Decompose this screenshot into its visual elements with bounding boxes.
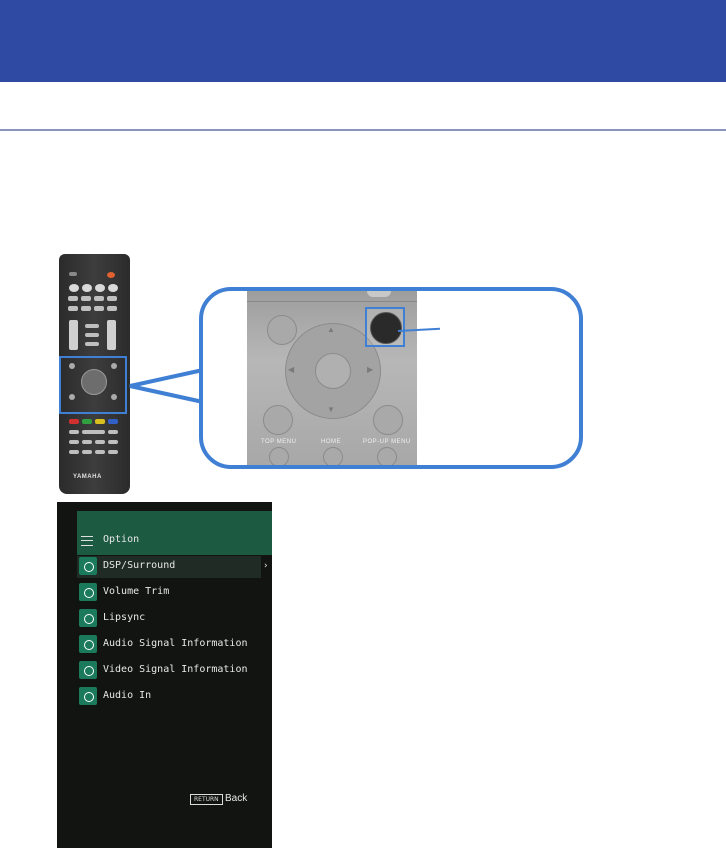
menu-item-label: Audio Signal Information xyxy=(103,638,248,649)
remote-zoom-callout: ▲ ▼ ◀ ▶ TOP MENU HOME POP-UP MENU xyxy=(199,287,583,469)
option-button[interactable] xyxy=(370,312,402,344)
menu-icon xyxy=(81,536,93,546)
home-label: HOME xyxy=(321,439,341,445)
lipsync-icon xyxy=(79,609,97,627)
tv-option-menu: Option DSP/Surround › Volume Trim Lipsyn… xyxy=(57,502,272,848)
menu-item-volume-trim[interactable]: Volume Trim xyxy=(77,582,261,604)
audio-info-icon xyxy=(79,635,97,653)
menu-header xyxy=(77,511,272,555)
back-label: Back xyxy=(225,793,248,804)
cursor-up-icon: ▲ xyxy=(327,325,335,334)
popup-menu-label: POP-UP MENU xyxy=(363,439,411,445)
menu-item-dsp-surround[interactable]: DSP/Surround xyxy=(77,556,261,578)
menu-item-label: Audio In xyxy=(103,690,152,701)
menu-item-audio-signal-information[interactable]: Audio Signal Information xyxy=(77,634,261,656)
volume-trim-icon xyxy=(79,583,97,601)
home-button[interactable] xyxy=(323,447,343,465)
menu-title: Option xyxy=(103,534,140,545)
enter-button[interactable] xyxy=(315,353,351,389)
menu-item-label: Video Signal Information xyxy=(103,664,248,675)
cursor-right-icon: ▶ xyxy=(367,365,374,374)
cursor-down-icon: ▼ xyxy=(327,405,335,414)
audio-in-icon xyxy=(79,687,97,705)
remote-button[interactable] xyxy=(267,315,297,345)
dsp-surround-icon xyxy=(79,557,97,575)
remote-button[interactable] xyxy=(263,405,293,435)
menu-item-label: DSP/Surround xyxy=(103,560,176,571)
remote-button[interactable] xyxy=(373,405,403,435)
top-menu-label: TOP MENU xyxy=(261,439,297,445)
menu-item-label: Lipsync xyxy=(103,612,146,623)
menu-item-label: Volume Trim xyxy=(103,586,170,597)
cursor-left-icon: ◀ xyxy=(288,365,295,374)
top-menu-button[interactable] xyxy=(269,447,289,465)
video-info-icon xyxy=(79,661,97,679)
menu-item-audio-in[interactable]: Audio In xyxy=(77,686,261,708)
remote-button[interactable] xyxy=(367,291,391,297)
menu-item-lipsync[interactable]: Lipsync xyxy=(77,608,261,630)
return-key-icon: RETURN xyxy=(190,794,223,805)
chevron-right-icon: › xyxy=(264,561,268,571)
menu-item-video-signal-information[interactable]: Video Signal Information xyxy=(77,660,261,682)
remote-zoom-view: ▲ ▼ ◀ ▶ TOP MENU HOME POP-UP MENU xyxy=(247,291,417,465)
popup-menu-button[interactable] xyxy=(377,447,397,465)
